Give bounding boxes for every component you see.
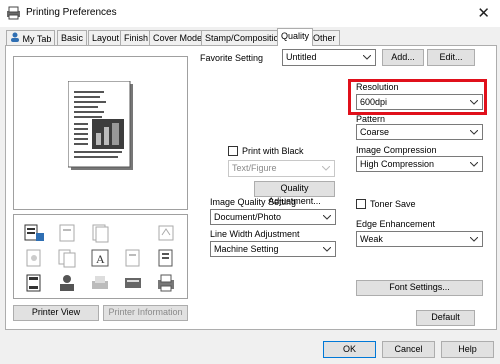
tab-label: Cover Mode bbox=[153, 33, 203, 43]
tab-label: Other bbox=[313, 33, 336, 43]
image-quality-select[interactable]: Document/Photo bbox=[210, 209, 336, 225]
ok-button[interactable]: OK bbox=[323, 341, 376, 358]
printer-output-icon bbox=[158, 274, 174, 292]
edit-label: Edit... bbox=[439, 52, 463, 62]
font-icon: A bbox=[91, 249, 109, 267]
image-compression-value: High Compression bbox=[360, 159, 435, 169]
staple-icon bbox=[59, 224, 75, 242]
copy-guard-icon bbox=[158, 249, 173, 267]
tab-label: Finish bbox=[124, 33, 149, 43]
print-with-black-label: Print with Black bbox=[242, 146, 304, 156]
booklet-icon bbox=[92, 224, 109, 243]
chevron-down-icon bbox=[470, 100, 478, 105]
chevron-down-icon bbox=[363, 55, 371, 60]
rotate-page-icon bbox=[158, 225, 174, 241]
font-settings-label: Font Settings... bbox=[389, 282, 450, 292]
chevron-down-icon bbox=[323, 247, 331, 252]
tab-label: Stamp/Composition bbox=[205, 33, 284, 43]
edge-enhancement-select[interactable]: Weak bbox=[356, 231, 483, 247]
svg-text:A: A bbox=[96, 252, 105, 266]
help-button[interactable]: Help bbox=[441, 341, 494, 358]
window-title: Printing Preferences bbox=[26, 7, 117, 18]
title-bar: Printing Preferences ✕ bbox=[0, 0, 500, 27]
toner-save-label: Toner Save bbox=[370, 199, 416, 209]
image-quality-value: Document/Photo bbox=[214, 212, 282, 222]
help-label: Help bbox=[458, 344, 477, 354]
tab-other[interactable]: Other bbox=[309, 30, 340, 45]
tab-quality[interactable]: Quality bbox=[277, 28, 314, 46]
tab-layout[interactable]: Layout bbox=[88, 30, 124, 45]
default-label: Default bbox=[431, 312, 460, 322]
image-compression-select[interactable]: High Compression bbox=[356, 156, 483, 172]
printer-information-label: Printer Information bbox=[108, 307, 183, 317]
print-with-black-checkbox[interactable] bbox=[228, 146, 238, 156]
printer-information-button[interactable]: Printer Information bbox=[103, 305, 188, 321]
user-icon bbox=[10, 32, 20, 42]
pattern-select[interactable]: Coarse bbox=[356, 124, 483, 140]
tab-label: My Tab bbox=[22, 34, 52, 44]
line-width-select[interactable]: Machine Setting bbox=[210, 241, 336, 257]
pattern-value: Coarse bbox=[360, 127, 390, 137]
printer-view-label: Printer View bbox=[31, 307, 81, 317]
paper-tray-icon bbox=[92, 276, 108, 289]
tab-cover-mode[interactable]: Cover Mode bbox=[149, 30, 207, 45]
quality-adjustment-button[interactable]: Quality Adjustment... bbox=[254, 181, 335, 206]
cancel-label: Cancel bbox=[394, 344, 423, 354]
chevron-down-icon bbox=[323, 215, 331, 220]
tab-basic[interactable]: Basic bbox=[57, 30, 88, 45]
ok-label: OK bbox=[342, 344, 356, 354]
text-figure-value: Text/Figure bbox=[232, 163, 277, 173]
chevron-down-icon bbox=[470, 237, 478, 242]
line-width-label: Line Width Adjustment bbox=[210, 229, 300, 239]
document-icon bbox=[125, 249, 140, 267]
add-favorite-button[interactable]: Add... bbox=[382, 49, 424, 66]
image-compression-label: Image Compression bbox=[356, 145, 437, 155]
chevron-down-icon bbox=[470, 162, 478, 167]
watermark-icon bbox=[26, 249, 41, 267]
favorite-setting-select[interactable]: Untitled bbox=[282, 49, 376, 66]
edge-enhancement-value: Weak bbox=[360, 234, 383, 244]
default-button[interactable]: Default bbox=[416, 310, 475, 326]
tab-finish[interactable]: Finish bbox=[120, 30, 153, 45]
overlay-icon bbox=[58, 249, 76, 268]
tab-my-tab[interactable]: My Tab bbox=[6, 30, 56, 45]
favorite-setting-value: Untitled bbox=[286, 52, 317, 62]
tab-label: Quality bbox=[281, 31, 310, 41]
user-auth-icon bbox=[60, 275, 74, 291]
document-output-icon bbox=[24, 224, 44, 241]
header-footer-icon bbox=[26, 274, 41, 292]
resolution-select[interactable]: 600dpi bbox=[356, 94, 483, 110]
resolution-label: Resolution bbox=[356, 82, 399, 92]
add-label: Add... bbox=[391, 52, 415, 62]
scan-icon bbox=[125, 278, 141, 288]
favorite-setting-label: Favorite Setting bbox=[200, 53, 264, 63]
cancel-button[interactable]: Cancel bbox=[382, 341, 435, 358]
toner-save-checkbox[interactable] bbox=[356, 199, 366, 209]
text-figure-select[interactable]: Text/Figure bbox=[228, 160, 335, 177]
printer-view-button[interactable]: Printer View bbox=[13, 305, 99, 321]
chevron-down-icon bbox=[470, 130, 478, 135]
edit-favorite-button[interactable]: Edit... bbox=[427, 49, 475, 66]
option-icons-panel: A bbox=[13, 214, 188, 299]
close-icon[interactable]: ✕ bbox=[477, 4, 490, 22]
tab-stamp-composition[interactable]: Stamp/Composition bbox=[201, 30, 288, 45]
resolution-value: 600dpi bbox=[360, 97, 388, 107]
chevron-down-icon bbox=[322, 166, 330, 171]
page-preview-icon bbox=[68, 81, 133, 170]
tab-label: Basic bbox=[61, 33, 84, 43]
image-quality-label: Image Quality Setting bbox=[210, 197, 297, 207]
font-settings-button[interactable]: Font Settings... bbox=[356, 280, 483, 296]
tab-label: Layout bbox=[92, 33, 120, 43]
edge-enhancement-label: Edge Enhancement bbox=[356, 219, 436, 229]
line-width-value: Machine Setting bbox=[214, 244, 279, 254]
printer-icon bbox=[7, 6, 20, 20]
print-preview bbox=[13, 56, 188, 210]
